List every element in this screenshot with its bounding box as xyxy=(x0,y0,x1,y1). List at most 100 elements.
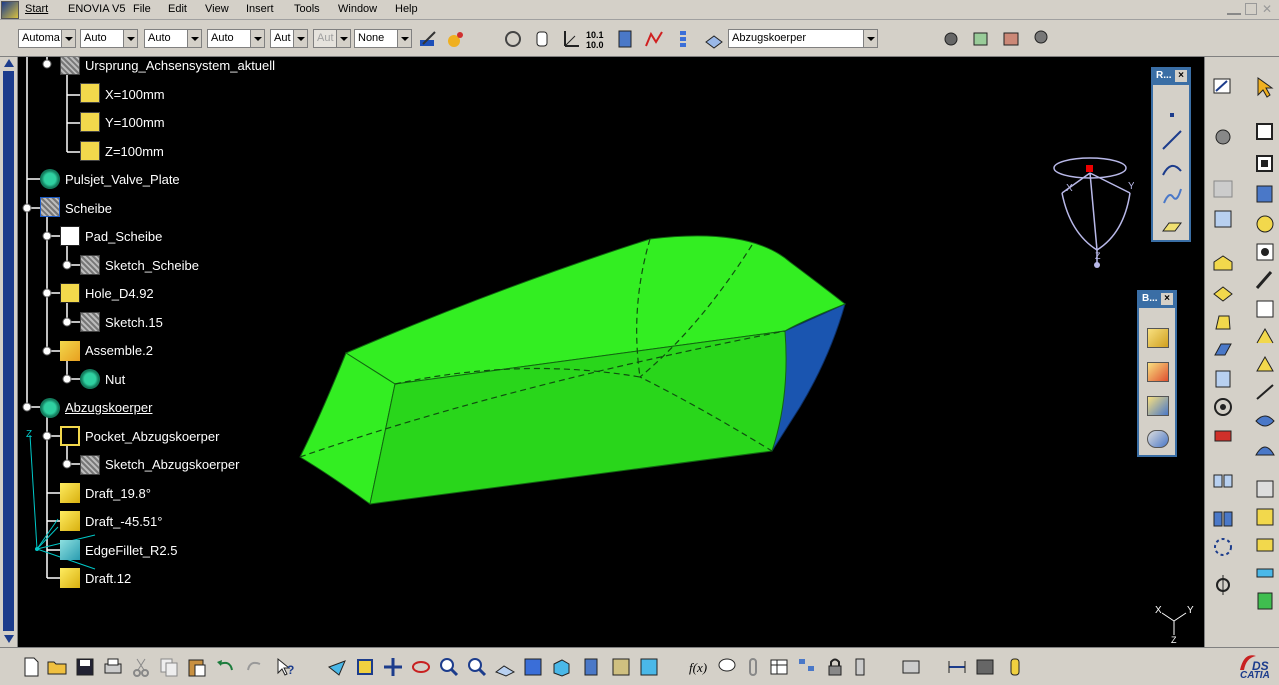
grab-hand-icon[interactable] xyxy=(531,28,553,50)
panel-close-button[interactable]: × xyxy=(1161,293,1173,305)
save-icon[interactable] xyxy=(74,656,96,678)
table-icon[interactable] xyxy=(1211,177,1235,201)
fillet-tool-icon[interactable] xyxy=(1211,252,1235,276)
circ-pattern-icon[interactable] xyxy=(1211,535,1235,559)
pan-icon[interactable] xyxy=(382,656,404,678)
menu-edit[interactable]: Edit xyxy=(168,3,187,15)
boolean-add-icon[interactable] xyxy=(1147,362,1169,382)
zoom-in-icon[interactable] xyxy=(438,656,460,678)
transparency-combo[interactable]: Auto xyxy=(207,29,265,48)
painter-icon[interactable] xyxy=(417,28,439,50)
pad-tool-icon[interactable] xyxy=(1253,119,1277,143)
menu-start[interactable]: Start xyxy=(25,3,48,15)
hole-tool-icon[interactable] xyxy=(1253,240,1277,264)
render-style-icon[interactable] xyxy=(580,656,602,678)
redo-icon[interactable] xyxy=(244,656,266,678)
catia-logo-icon[interactable] xyxy=(1,1,19,19)
target-icon[interactable] xyxy=(1211,395,1235,419)
mirror-tool-icon[interactable] xyxy=(1211,469,1235,493)
normal-view-icon[interactable] xyxy=(494,656,516,678)
fly-mode-icon[interactable] xyxy=(326,656,348,678)
undo-icon[interactable] xyxy=(214,656,236,678)
body-icon[interactable] xyxy=(703,28,725,50)
draft-tool-icon[interactable] xyxy=(1211,311,1235,335)
knowledge-tree-icon[interactable] xyxy=(796,656,818,678)
axis-system-icon[interactable] xyxy=(559,28,581,50)
line-icon[interactable] xyxy=(1161,129,1183,151)
analysis-icon[interactable] xyxy=(643,28,665,50)
refresh-icon[interactable] xyxy=(502,28,524,50)
plane-icon[interactable] xyxy=(1161,215,1183,237)
split-tool-icon[interactable] xyxy=(1211,423,1235,447)
menu-insert[interactable]: Insert xyxy=(246,3,274,15)
material-icon[interactable] xyxy=(445,28,467,50)
compass[interactable]: X Y Z xyxy=(1052,155,1134,270)
slot-tool-icon[interactable] xyxy=(1253,297,1277,321)
boolean-remove-icon[interactable] xyxy=(1147,396,1169,416)
sketch-tool-icon[interactable] xyxy=(1211,75,1235,99)
whats-this-icon[interactable]: ? xyxy=(274,656,296,678)
catalog-icon[interactable] xyxy=(615,28,637,50)
restore-button[interactable] xyxy=(1245,3,1257,15)
stiffener-tool-icon[interactable] xyxy=(1253,325,1277,349)
book-icon[interactable] xyxy=(1000,28,1022,50)
surface-tool-icon[interactable] xyxy=(1253,409,1277,433)
thickness-tool-icon[interactable] xyxy=(1253,381,1277,405)
cube-settings-icon[interactable] xyxy=(970,28,992,50)
mass-property-icon[interactable] xyxy=(1004,656,1026,678)
loft-tool-icon[interactable] xyxy=(1253,353,1277,377)
menu-view[interactable]: View xyxy=(205,3,229,15)
cog-icon[interactable] xyxy=(1030,26,1052,48)
line-weight-combo[interactable]: Auto xyxy=(80,29,138,48)
fit-all-icon[interactable] xyxy=(354,656,376,678)
instantiate-icon[interactable] xyxy=(900,656,922,678)
minimize-button[interactable] xyxy=(1227,3,1241,15)
formula-icon[interactable]: f(x) xyxy=(688,656,710,678)
open-folder-icon[interactable] xyxy=(46,656,68,678)
iso-view-icon[interactable] xyxy=(550,656,572,678)
menu-tools[interactable]: Tools xyxy=(294,3,320,15)
cut-icon[interactable] xyxy=(130,656,152,678)
catalog-tool-icon[interactable] xyxy=(1253,589,1277,613)
user-feature-icon[interactable] xyxy=(1253,505,1277,529)
pattern-tool-icon[interactable] xyxy=(1211,507,1235,531)
swap-space-icon[interactable] xyxy=(638,656,660,678)
settings-gear-icon[interactable] xyxy=(1211,125,1235,149)
rib-tool-icon[interactable] xyxy=(1253,268,1277,292)
measure-between-icon[interactable] xyxy=(946,656,968,678)
panel-close-button[interactable]: × xyxy=(1175,70,1187,82)
measure-axis-icon[interactable] xyxy=(1211,573,1235,597)
color-combo[interactable]: Auto xyxy=(144,29,202,48)
thread-tool-icon[interactable] xyxy=(1211,367,1235,391)
panel-title-bar[interactable]: B... × xyxy=(1139,292,1175,308)
gear-icon[interactable] xyxy=(940,28,962,50)
menu-file[interactable]: File xyxy=(133,3,151,15)
menu-enovia[interactable]: ENOVIA V5 xyxy=(68,3,125,15)
layer-filter-icon[interactable] xyxy=(852,656,874,678)
close-surface-icon[interactable] xyxy=(1253,437,1277,461)
menu-help[interactable]: Help xyxy=(395,3,418,15)
select-arrow-icon[interactable] xyxy=(1253,75,1277,99)
boolean-assemble-icon[interactable] xyxy=(1147,328,1169,348)
measure-item-icon[interactable] xyxy=(974,656,996,678)
lock-icon[interactable] xyxy=(824,656,846,678)
floating-toolbar-r[interactable]: R... × xyxy=(1151,67,1191,242)
3d-viewport[interactable]: Z Ursprung_Achsensystem_aktuell X=100mm … xyxy=(0,57,1204,647)
zoom-out-icon[interactable] xyxy=(466,656,488,678)
list-icon[interactable] xyxy=(672,28,694,50)
copy-icon[interactable] xyxy=(158,656,180,678)
chamfer-tool-icon[interactable] xyxy=(1211,282,1235,306)
multi-view-icon[interactable] xyxy=(522,656,544,678)
panel-title-bar[interactable]: R... × xyxy=(1153,69,1189,85)
shaft-tool-icon[interactable] xyxy=(1253,182,1277,206)
scale-tool-icon[interactable] xyxy=(1253,533,1277,557)
new-file-icon[interactable] xyxy=(20,656,42,678)
chain-icon[interactable] xyxy=(742,656,764,678)
pocket-tool-icon[interactable] xyxy=(1253,152,1277,176)
shell-tool-icon[interactable] xyxy=(1211,339,1235,363)
hide-show-icon[interactable] xyxy=(610,656,632,678)
comment-icon[interactable] xyxy=(716,656,738,678)
groove-tool-icon[interactable] xyxy=(1253,212,1277,236)
rotate-icon[interactable] xyxy=(410,656,432,678)
part-geometry[interactable] xyxy=(0,57,1204,647)
